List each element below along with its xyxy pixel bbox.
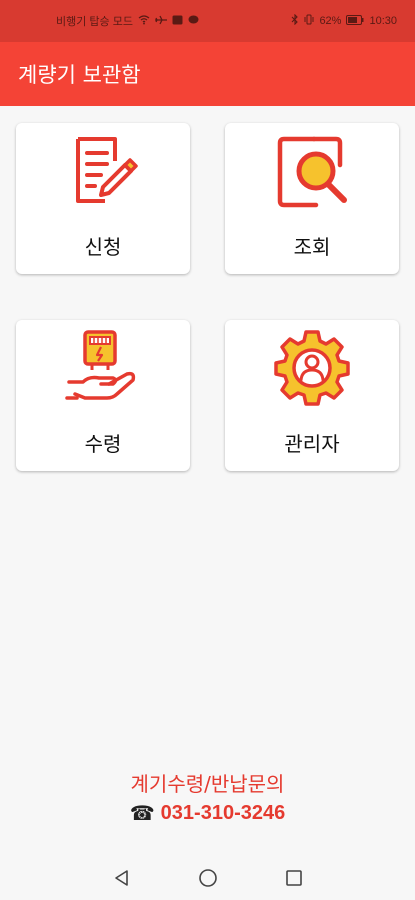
status-right: 62% 10:30 (291, 13, 397, 28)
notification-icon (172, 15, 183, 28)
vibrate-icon (304, 14, 314, 28)
search-magnifier-icon (277, 136, 347, 208)
message-icon (188, 15, 199, 28)
phone-number[interactable]: 031-310-3246 (161, 802, 286, 825)
wifi-icon (138, 14, 150, 28)
recents-square-icon (285, 869, 302, 886)
contact-title: 계기수령/반납문의 (130, 772, 285, 796)
status-bar: 비행기 탑승 모드 62% 10:30 (0, 0, 415, 42)
inquiry-button[interactable]: 조회 (225, 123, 399, 274)
contact-info: 계기수령/반납문의 ☎ 031-310-3246 (0, 768, 415, 825)
status-left: 비행기 탑승 모드 (56, 13, 199, 29)
back-triangle-icon (114, 869, 128, 886)
clock: 10:30 (369, 15, 397, 27)
battery-percent: 62% (319, 15, 342, 27)
apply-button[interactable]: 신청 (16, 123, 190, 274)
inquiry-label: 조회 (293, 235, 331, 259)
document-pen-icon (76, 137, 138, 203)
contact-phone-row[interactable]: ☎ 031-310-3246 (0, 801, 415, 825)
hand-meter-icon (65, 330, 136, 400)
battery-icon (346, 14, 364, 28)
receive-button[interactable]: 수령 (16, 320, 190, 471)
admin-label: 관리자 (284, 432, 340, 456)
admin-button[interactable]: 관리자 (225, 320, 399, 471)
airplane-icon (154, 15, 167, 28)
system-nav-bar (0, 855, 415, 900)
home-button[interactable] (196, 866, 220, 890)
telephone-icon: ☎ (129, 801, 155, 825)
home-circle-icon (198, 868, 217, 887)
gear-user-icon (274, 330, 350, 406)
back-button[interactable] (110, 866, 134, 890)
airplane-mode-text: 비행기 탑승 모드 (56, 16, 133, 28)
app-title: 계량기 보관함 (18, 63, 141, 87)
app-bar: 계량기 보관함 (0, 42, 415, 106)
receive-label: 수령 (84, 432, 122, 456)
apply-label: 신청 (84, 235, 122, 259)
recents-button[interactable] (282, 866, 306, 890)
bluetooth-icon (291, 13, 299, 28)
